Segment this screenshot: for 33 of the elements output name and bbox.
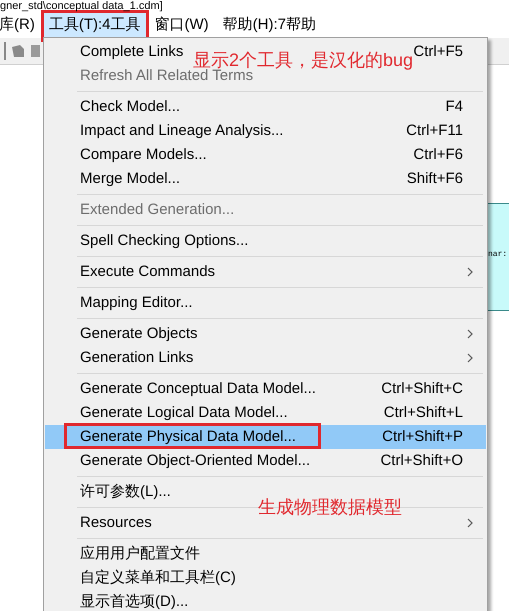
shortcut-text: Ctrl+F11 <box>406 120 463 141</box>
menu-item[interactable]: Spell Checking Options... <box>80 230 248 252</box>
menu-item[interactable]: Generate Object-Oriented Model... <box>80 450 310 472</box>
menu-item[interactable]: Complete Links <box>80 40 184 64</box>
menu-item[interactable]: Merge Model... <box>80 168 180 190</box>
shortcut-text: Ctrl+F5 <box>413 42 463 62</box>
menu-item[interactable]: 许可参数(L)... <box>80 480 171 504</box>
menu-bar-item[interactable]: 帮助(H):7帮助 <box>218 12 321 38</box>
shortcut-text: Ctrl+Shift+L <box>384 402 463 423</box>
menu-item[interactable]: Check Model... <box>80 96 180 118</box>
menu-item[interactable]: Generate Objects <box>80 322 473 346</box>
menu-item[interactable]: Mapping Editor... <box>80 292 193 314</box>
menu-bar-item[interactable]: 工具(T):4工具 <box>44 12 146 38</box>
menu-bar-item[interactable]: 窗口(W) <box>150 12 214 38</box>
menu-item[interactable]: Generate Conceptual Data Model... <box>80 378 316 400</box>
menu-item[interactable]: Compare Models... <box>80 144 207 166</box>
shortcut-text: Shift+F6 <box>406 168 463 189</box>
menu-item[interactable]: 显示首选项(D)... <box>80 590 188 611</box>
annotation-text: 生成物理数据模型 <box>258 496 402 518</box>
menu-item[interactable]: Impact and Lineage Analysis... <box>80 120 284 142</box>
shortcut-text: F4 <box>445 96 463 117</box>
menu-item[interactable]: Generate Physical Data Model... Ctrl+Shift+P <box>45 425 486 449</box>
shortcut-text: Ctrl+F6 <box>413 144 463 165</box>
shortcut-text: Ctrl+Shift+O <box>380 450 463 471</box>
diagram-text: nar: <box>488 249 508 261</box>
annotation-text: 显示2个工具，是汉化的bug <box>193 49 414 70</box>
menu-item[interactable]: Generation Links <box>80 346 473 370</box>
window-title: gner_std\conceptual data_1.cdm] <box>0 0 163 12</box>
shortcut-text: Ctrl+Shift+C <box>381 378 463 399</box>
menu-item[interactable]: 应用用户配置文件 <box>80 542 200 566</box>
menu-item[interactable]: Execute Commands <box>80 260 473 284</box>
menu-item[interactable]: Generate Logical Data Model... <box>80 402 288 424</box>
menu-item[interactable]: 自定义菜单和工具栏(C) <box>80 566 236 590</box>
